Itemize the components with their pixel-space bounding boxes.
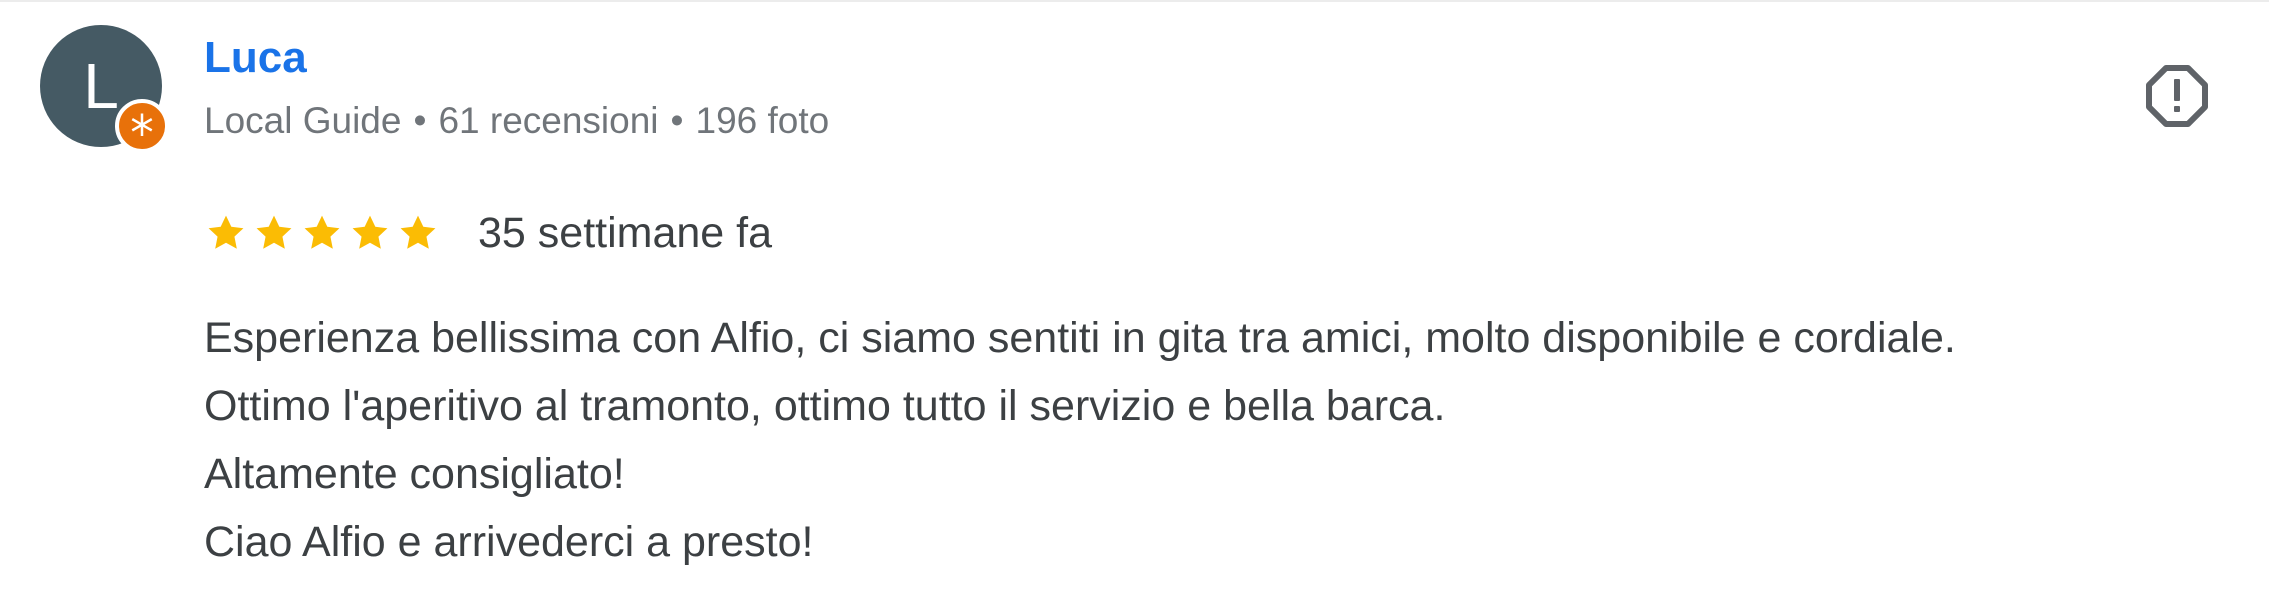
- review-text-line: Ottimo l'aperitivo al tramonto, ottimo t…: [204, 382, 1446, 430]
- author-meta: Local Guide • 61 recensioni • 196 foto: [204, 98, 829, 144]
- report-button[interactable]: [2141, 60, 2213, 132]
- divider: [0, 0, 2269, 2]
- review-card: L Luca Local Guide • 61 recensioni • 196 fot…: [0, 0, 2269, 600]
- review-time: 35 settimane fa: [478, 209, 773, 257]
- author-name[interactable]: Luca: [204, 30, 307, 86]
- review-text: Esperienza bellissima con Alfio, ci siam…: [204, 304, 1956, 576]
- review-text-line: Esperienza bellissima con Alfio, ci siam…: [204, 314, 1956, 362]
- star-icon: [352, 215, 388, 249]
- star-icon: [256, 215, 292, 249]
- star-icon: [400, 215, 436, 249]
- review-text-line: Ciao Alfio e arrivederci a presto!: [204, 518, 814, 566]
- rating-row: 35 settimane fa: [204, 205, 772, 261]
- photos-count: 196 foto: [695, 100, 830, 141]
- meta-separator: •: [670, 100, 684, 141]
- review-text-line: Altamente consigliato!: [204, 450, 625, 498]
- reviews-count: 61 recensioni: [438, 100, 659, 141]
- report-flag-icon: [2146, 65, 2208, 127]
- local-guide-label: Local Guide: [204, 100, 402, 141]
- star-icon: [208, 215, 244, 249]
- local-guide-star-icon: [115, 99, 169, 153]
- meta-separator: •: [413, 100, 427, 141]
- star-rating: [204, 211, 440, 255]
- avatar-letter: L: [83, 50, 119, 122]
- star-icon: [304, 215, 340, 249]
